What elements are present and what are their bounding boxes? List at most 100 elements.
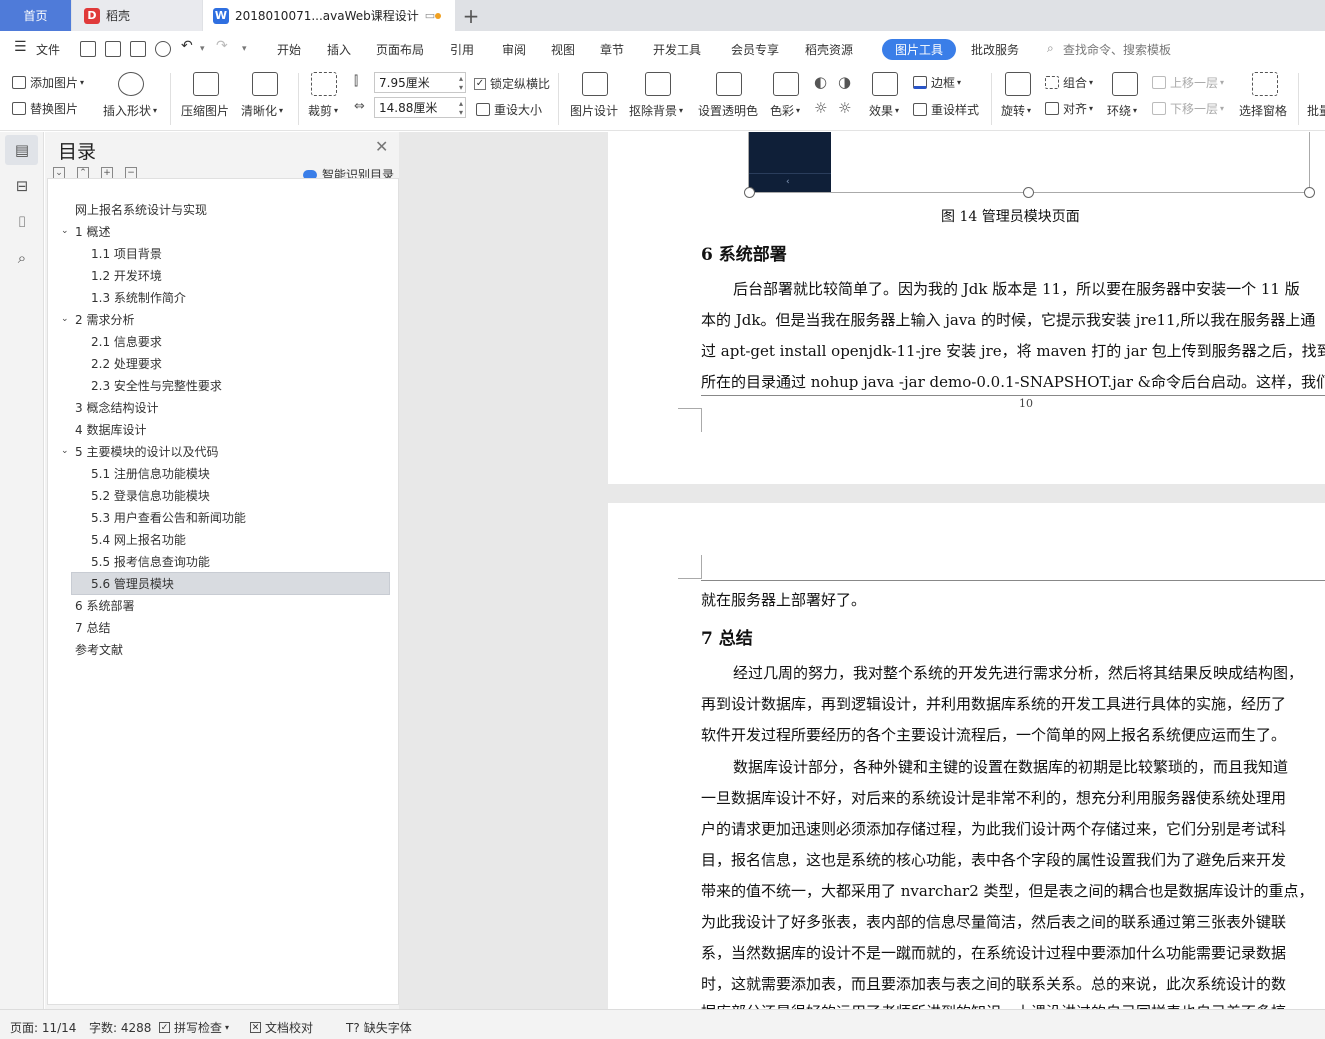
toc-nav-icon[interactable]: ▤	[12, 140, 32, 160]
toc-item[interactable]: 4 数据库设计	[75, 418, 146, 440]
menu-chapter[interactable]: 章节	[600, 41, 624, 58]
batch-button[interactable]: 批量	[1307, 102, 1325, 119]
tab-document[interactable]: W 2018010071...avaWeb课程设计 ▭	[203, 0, 455, 31]
height-input[interactable]: 7.95厘米 ▴ ▾	[374, 72, 466, 93]
toc-item[interactable]: 5.2 登录信息功能模块	[91, 484, 210, 506]
crop-label: 裁剪	[308, 104, 333, 118]
toc-item[interactable]: 2.3 安全性与完整性要求	[91, 374, 222, 396]
menu-insert[interactable]: 插入	[327, 41, 351, 58]
align-button[interactable]: 对齐 ▾	[1045, 100, 1093, 117]
compress-picture-button[interactable]: 压缩图片	[181, 102, 229, 119]
toc-item[interactable]: 5.4 网上报名功能	[91, 528, 186, 550]
send-backward-button[interactable]: 下移一层 ▾	[1152, 100, 1224, 117]
toc-item[interactable]: 7 总结	[75, 616, 110, 638]
new-tab-button[interactable]: +	[458, 0, 484, 31]
toc-item[interactable]: 1.3 系统制作简介	[91, 286, 186, 308]
toc-item[interactable]: ⌄ 2 需求分析	[61, 308, 134, 330]
resize-handle-bottom[interactable]	[1023, 187, 1034, 198]
selected-picture-frame[interactable]	[748, 132, 1310, 193]
paragraph-line: 据库部分还是很好的运用了老师所讲到的知识，上课没讲过的自己同样表也自己差不多搞	[701, 1001, 1286, 1009]
crop-button[interactable]: 裁剪 ▾	[308, 102, 338, 119]
undo-dropdown-icon[interactable]: ▾	[200, 44, 205, 54]
reset-style-button[interactable]: 重设样式	[913, 101, 979, 118]
menu-review[interactable]: 审阅	[502, 41, 526, 58]
reset-size-button[interactable]: 重设大小	[476, 101, 542, 118]
chapter-nav-icon[interactable]: ⊟	[12, 176, 32, 196]
menu-start[interactable]: 开始	[277, 41, 301, 58]
menu-member[interactable]: 会员专享	[731, 41, 779, 58]
chevron-down-icon[interactable]: ⌄	[61, 314, 71, 324]
brightness-up-icon[interactable]: ☼	[814, 99, 827, 117]
menu-file[interactable]: 文件	[36, 41, 60, 58]
close-icon[interactable]: ✕	[375, 137, 388, 156]
paragraph-line: 后台部署就比较简单了。因为我的 Jdk 版本是 11，所以要在服务器中安装一个 …	[733, 280, 1300, 298]
page-indicator[interactable]: 页面: 11/14	[10, 1019, 76, 1036]
picture-design-button[interactable]: 图片设计	[570, 102, 618, 119]
menu-dev-tools[interactable]: 开发工具	[653, 41, 701, 58]
menu-picture-tools[interactable]: 图片工具	[882, 39, 956, 60]
toc-item[interactable]: 网上报名系统设计与实现	[75, 198, 207, 220]
redo-icon[interactable]: ↷	[216, 38, 228, 54]
rotate-button[interactable]: 旋转 ▾	[1001, 102, 1031, 119]
width-input[interactable]: 14.88厘米 ▴ ▾	[374, 97, 466, 118]
effect-button[interactable]: 效果 ▾	[869, 102, 899, 119]
bookmark-icon[interactable]: ⌷	[12, 212, 32, 232]
bring-forward-button[interactable]: 上移一层 ▾	[1152, 74, 1224, 91]
toc-item[interactable]: ⌄ 5 主要模块的设计以及代码	[61, 440, 218, 462]
menu-correction[interactable]: 批改服务	[971, 41, 1019, 58]
toc-item[interactable]: 6 系统部署	[75, 594, 134, 616]
toc-item[interactable]: 5.1 注册信息功能模块	[91, 462, 210, 484]
menu-daoke-resources[interactable]: 稻壳资源	[805, 41, 853, 58]
spell-check-toggle[interactable]: ✓ 拼写检查 ▾	[159, 1019, 229, 1036]
menu-reference[interactable]: 引用	[450, 41, 474, 58]
brightness-down-icon[interactable]: ☼	[838, 99, 851, 117]
sharpen-button[interactable]: 清晰化 ▾	[241, 102, 283, 119]
add-picture-button[interactable]: 添加图片 ▾	[12, 74, 84, 91]
quick-access-dropdown-icon[interactable]: ▾	[242, 44, 247, 54]
toc-item[interactable]: 2.1 信息要求	[91, 330, 162, 352]
bring-forward-icon	[1152, 76, 1166, 89]
remove-background-button[interactable]: 抠除背景 ▾	[629, 102, 683, 119]
toc-item[interactable]: 1.1 项目背景	[91, 242, 162, 264]
toc-item[interactable]: 3 概念结构设计	[75, 396, 158, 418]
contrast-down-icon[interactable]: ◑	[838, 73, 851, 91]
doc-proofread-button[interactable]: ✕ 文档校对	[250, 1019, 313, 1036]
figure-caption: 图 14 管理员模块页面	[941, 209, 1080, 225]
hamburger-icon[interactable]: ☰	[14, 39, 27, 55]
wrap-button[interactable]: 环绕 ▾	[1107, 102, 1137, 119]
find-icon[interactable]: ⌕	[12, 248, 32, 268]
toc-item[interactable]: 5.3 用户查看公告和新闻功能	[91, 506, 246, 528]
group-button[interactable]: 组合 ▾	[1045, 74, 1093, 91]
undo-icon[interactable]: ↶	[181, 38, 193, 54]
tab-daoke[interactable]: D 稻壳	[72, 0, 202, 31]
replace-picture-button[interactable]: 替换图片	[12, 100, 78, 117]
command-search-input[interactable]: 查找命令、搜索模板	[1063, 41, 1171, 58]
set-transparent-button[interactable]: 设置透明色	[698, 102, 758, 119]
chevron-down-icon[interactable]: ⌄	[61, 226, 71, 236]
export-pdf-icon[interactable]	[105, 41, 121, 57]
print-icon[interactable]	[130, 41, 146, 57]
menu-page-layout[interactable]: 页面布局	[376, 41, 424, 58]
insert-shape-button[interactable]: 插入形状 ▾	[103, 102, 157, 119]
word-count[interactable]: 字数: 4288	[89, 1019, 151, 1036]
contrast-up-icon[interactable]: ◐	[814, 73, 827, 91]
color-button[interactable]: 色彩 ▾	[770, 102, 800, 119]
toc-item[interactable]: 1.2 开发环境	[91, 264, 162, 286]
chevron-down-icon[interactable]: ⌄	[61, 446, 71, 456]
selection-pane-button[interactable]: 选择窗格	[1239, 102, 1287, 119]
toc-item[interactable]: 5.6 管理员模块	[91, 572, 174, 594]
menu-view[interactable]: 视图	[551, 41, 575, 58]
set-transparent-label: 设置透明色	[698, 104, 759, 118]
missing-font-button[interactable]: T? 缺失字体	[346, 1019, 412, 1036]
print-preview-icon[interactable]	[155, 41, 171, 57]
border-button[interactable]: 边框 ▾	[913, 74, 961, 91]
toc-item[interactable]: ⌄ 1 概述	[61, 220, 110, 242]
resize-handle-bottom-left[interactable]	[744, 187, 755, 198]
toc-item[interactable]: 参考文献	[75, 638, 123, 660]
resize-handle-bottom-right[interactable]	[1304, 187, 1315, 198]
save-icon[interactable]	[80, 41, 96, 57]
lock-ratio-checkbox[interactable]: ✓ 锁定纵横比	[474, 75, 550, 92]
tab-home[interactable]: 首页	[0, 0, 71, 31]
toc-item[interactable]: 2.2 处理要求	[91, 352, 162, 374]
toc-item[interactable]: 5.5 报考信息查询功能	[91, 550, 210, 572]
